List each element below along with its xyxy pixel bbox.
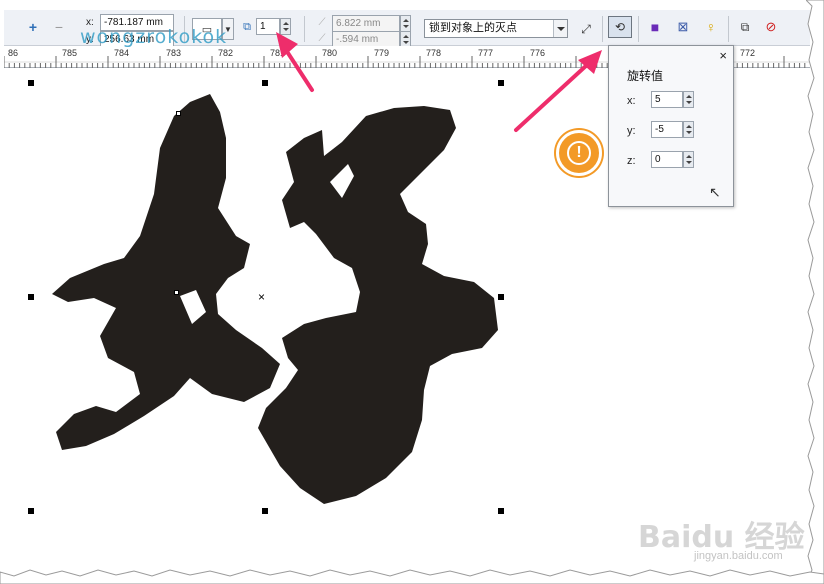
rotation-z-spinner[interactable] (683, 151, 694, 168)
popup-title: 旋转值 (627, 69, 664, 83)
rotation-z-field[interactable]: 0 (651, 151, 683, 168)
torn-edge-bottom (0, 569, 824, 584)
rotation-y-label: y: (627, 125, 636, 137)
selection-handle-bottom-center[interactable] (262, 508, 268, 514)
screenshot-frame: + − x: -781.187 mm y: 256.63 mm ▭ ▼ ⧉ 1 … (4, 4, 810, 572)
selection-handle-bottom-right[interactable] (498, 508, 504, 514)
torn-edge-right (806, 0, 824, 584)
rotation-values-popup: × 旋转值 x: 5 y: -5 z: 0 ↖ (608, 45, 734, 207)
wongzrokokok-watermark: wongzrokokok (80, 26, 228, 48)
rotate-cursor-icon[interactable]: ↖ (709, 184, 721, 201)
baidu-watermark-url: jingyan.baidu.com (694, 550, 783, 562)
selection-handle-bottom-left[interactable] (28, 508, 34, 514)
warning-badge: ! (556, 130, 602, 176)
rotation-y-field[interactable]: -5 (651, 121, 683, 138)
rotation-x-spinner[interactable] (683, 91, 694, 108)
rotation-x-field[interactable]: 5 (651, 91, 683, 108)
rotation-z-label: z: (627, 155, 636, 167)
close-icon[interactable]: × (719, 48, 727, 63)
rotation-y-spinner[interactable] (683, 121, 694, 138)
rotation-x-label: x: (627, 95, 636, 107)
exclamation-icon: ! (567, 141, 591, 165)
